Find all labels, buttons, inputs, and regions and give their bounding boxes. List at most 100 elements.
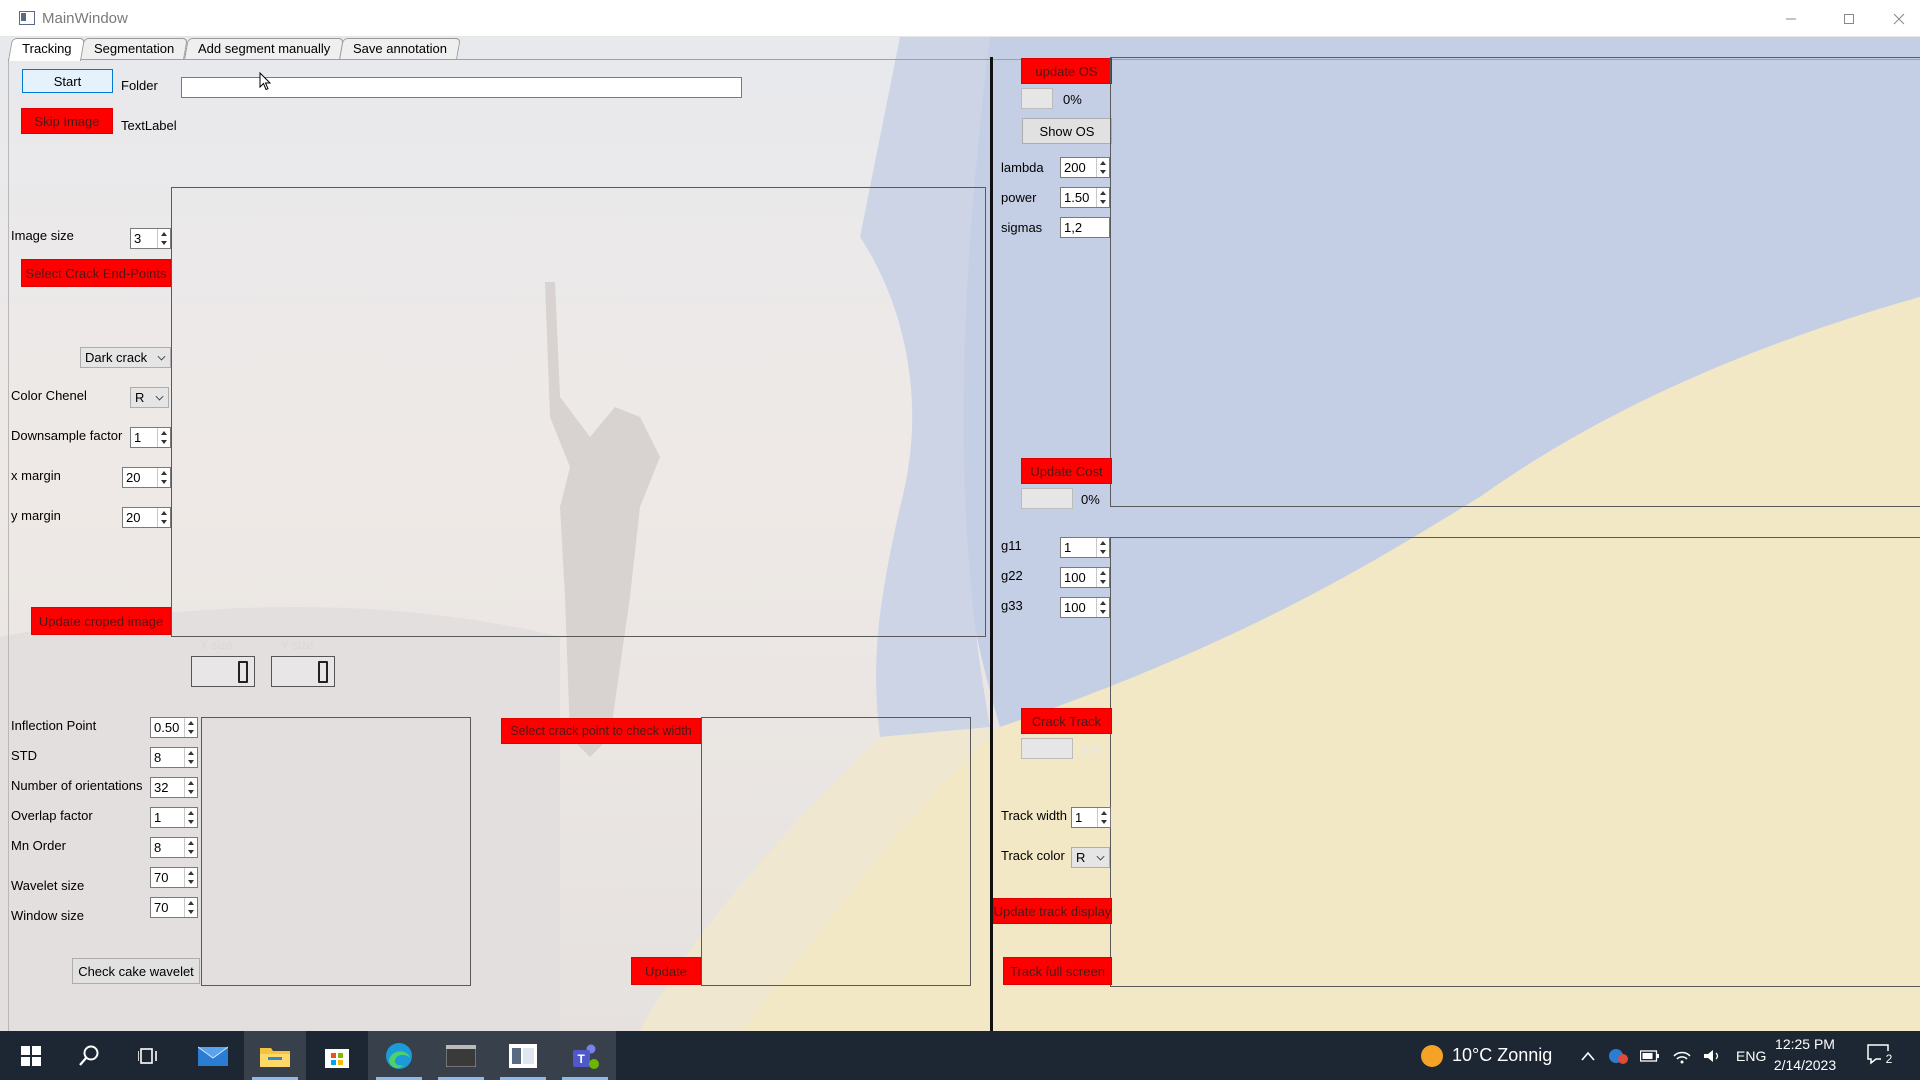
downsample-factor-spinbox[interactable]: 1 [130,427,171,448]
wavelet-size-label: Wavelet size [11,878,85,893]
spin-arrows-icon[interactable] [157,508,170,527]
file-explorer-button[interactable] [244,1031,306,1080]
std-spinbox[interactable]: 8 [150,747,198,768]
spin-arrows-icon[interactable] [1097,808,1110,827]
g33-value: 100 [1064,600,1086,615]
power-spinbox[interactable]: 1.50 [1060,187,1110,208]
spin-arrows-icon[interactable] [184,808,197,827]
spin-arrows-icon[interactable] [1096,598,1109,617]
y-size-label: Y size [281,638,314,652]
color-channel-combobox[interactable]: R [130,387,169,408]
select-crack-point-button[interactable]: Select crack point to check width [501,718,701,744]
spin-arrows-icon[interactable] [1096,568,1109,587]
track-color-combobox[interactable]: R [1071,847,1110,868]
spin-arrows-icon[interactable] [184,898,197,917]
chevron-down-icon [157,352,166,361]
spin-arrows-icon[interactable] [157,229,170,248]
window-size-label: Window size [11,908,84,923]
crack-type-combobox[interactable]: Dark crack [80,347,171,368]
x-margin-value: 20 [126,470,141,485]
spin-arrows-icon[interactable] [184,778,197,797]
tab-bar: Tracking Segmentation Add segment manual… [7,38,461,61]
g11-spinbox[interactable]: 1 [1060,537,1110,558]
g33-spinbox[interactable]: 100 [1060,597,1110,618]
tab-segmentation[interactable]: Segmentation [80,38,189,59]
notification-center-button[interactable]: 2 [1866,1042,1897,1070]
y-margin-spinbox[interactable]: 20 [122,507,171,528]
clock-date: 2/14/2023 [1773,1057,1837,1073]
color-channel-value: R [135,390,145,405]
select-crack-endpoints-button[interactable]: Select Crack End-Points [21,259,171,287]
update-track-display-button[interactable]: Update track display [993,898,1112,924]
orientations-spinbox[interactable]: 32 [150,777,198,798]
edge-button[interactable] [368,1031,430,1080]
tab-tracking[interactable]: Tracking [7,38,86,61]
update-width-button[interactable]: Update [631,957,701,985]
edge-icon [386,1042,412,1069]
teams-button[interactable]: T [554,1031,616,1080]
lambda-spinbox[interactable]: 200 [1060,157,1110,178]
g33-label: g33 [1001,598,1023,613]
maximize-button[interactable] [1820,0,1878,37]
tab-add-segment-label: Add segment manually [197,41,330,56]
tab-save-annotation[interactable]: Save annotation [339,38,461,59]
window-size-spinbox[interactable]: 70 [150,897,198,918]
sigmas-input[interactable]: 1,2 [1060,217,1110,238]
weather-widget[interactable]: 10°C Zonnig [1420,1031,1552,1080]
mail-button[interactable] [182,1031,244,1080]
task-view-button[interactable] [118,1031,180,1080]
spin-arrows-icon[interactable] [184,748,197,767]
inflection-point-spinbox[interactable]: 0.50 [150,717,198,738]
cost-progress-text: 0% [1081,492,1100,507]
start-button[interactable] [0,1031,62,1080]
clock[interactable]: 12:25 PM 2/14/2023 [1760,1034,1850,1078]
show-os-button[interactable]: Show OS [1022,118,1112,144]
update-cost-button[interactable]: Update Cost [1021,458,1112,484]
spin-arrows-icon[interactable] [184,718,197,737]
wavelet-size-spinbox[interactable]: 70 [150,867,198,888]
svg-text:T: T [578,1052,586,1066]
close-icon [1893,13,1905,24]
skip-image-button[interactable]: Skip Image [21,108,113,134]
minimize-button[interactable] [1762,0,1820,37]
spin-arrows-icon[interactable] [1096,538,1109,557]
mn-order-spinbox[interactable]: 8 [150,837,198,858]
track-width-spinbox[interactable]: 1 [1071,807,1111,828]
spin-arrows-icon[interactable] [1096,188,1109,207]
spin-arrows-icon[interactable] [157,468,170,487]
crack-track-button[interactable]: Crack Track [1021,708,1112,734]
update-cropped-image-button[interactable]: Update croped image [31,607,171,635]
width-check-view[interactable] [701,717,971,986]
track-view[interactable] [1110,537,1920,987]
image-view[interactable] [171,187,986,637]
spin-arrows-icon[interactable] [184,838,197,857]
tab-pane-left-edge [8,59,9,1031]
search-button[interactable] [58,1031,120,1080]
g22-spinbox[interactable]: 100 [1060,567,1110,588]
battery-icon[interactable] [1640,1049,1660,1063]
update-os-button[interactable]: update OS [1021,58,1112,84]
spin-arrows-icon[interactable] [184,868,197,887]
app-window-button[interactable] [492,1031,554,1080]
volume-icon[interactable] [1702,1048,1722,1064]
title-bar: MainWindow [0,0,1920,37]
chevron-up-icon[interactable] [1580,1050,1596,1062]
check-cake-wavelet-button[interactable]: Check cake wavelet [72,958,200,984]
start-button[interactable]: Start [22,69,113,93]
spin-arrows-icon[interactable] [157,428,170,447]
store-button[interactable] [306,1031,368,1080]
terminal-button[interactable] [430,1031,492,1080]
close-button[interactable] [1878,0,1920,37]
security-icon[interactable] [1608,1048,1628,1064]
orientation-score-view[interactable] [1110,57,1920,507]
wavelet-preview-view[interactable] [201,717,471,986]
wifi-icon[interactable] [1672,1048,1692,1064]
x-margin-spinbox[interactable]: 20 [122,467,171,488]
spin-arrows-icon[interactable] [1096,158,1109,177]
image-size-spinbox[interactable]: 3 [130,228,171,249]
overlap-factor-spinbox[interactable]: 1 [150,807,198,828]
wavelet-size-value: 70 [154,870,169,885]
mouse-cursor-icon [259,72,271,91]
track-full-screen-button[interactable]: Track full screen [1003,957,1112,985]
tab-add-segment-manually[interactable]: Add segment manually [183,38,344,59]
